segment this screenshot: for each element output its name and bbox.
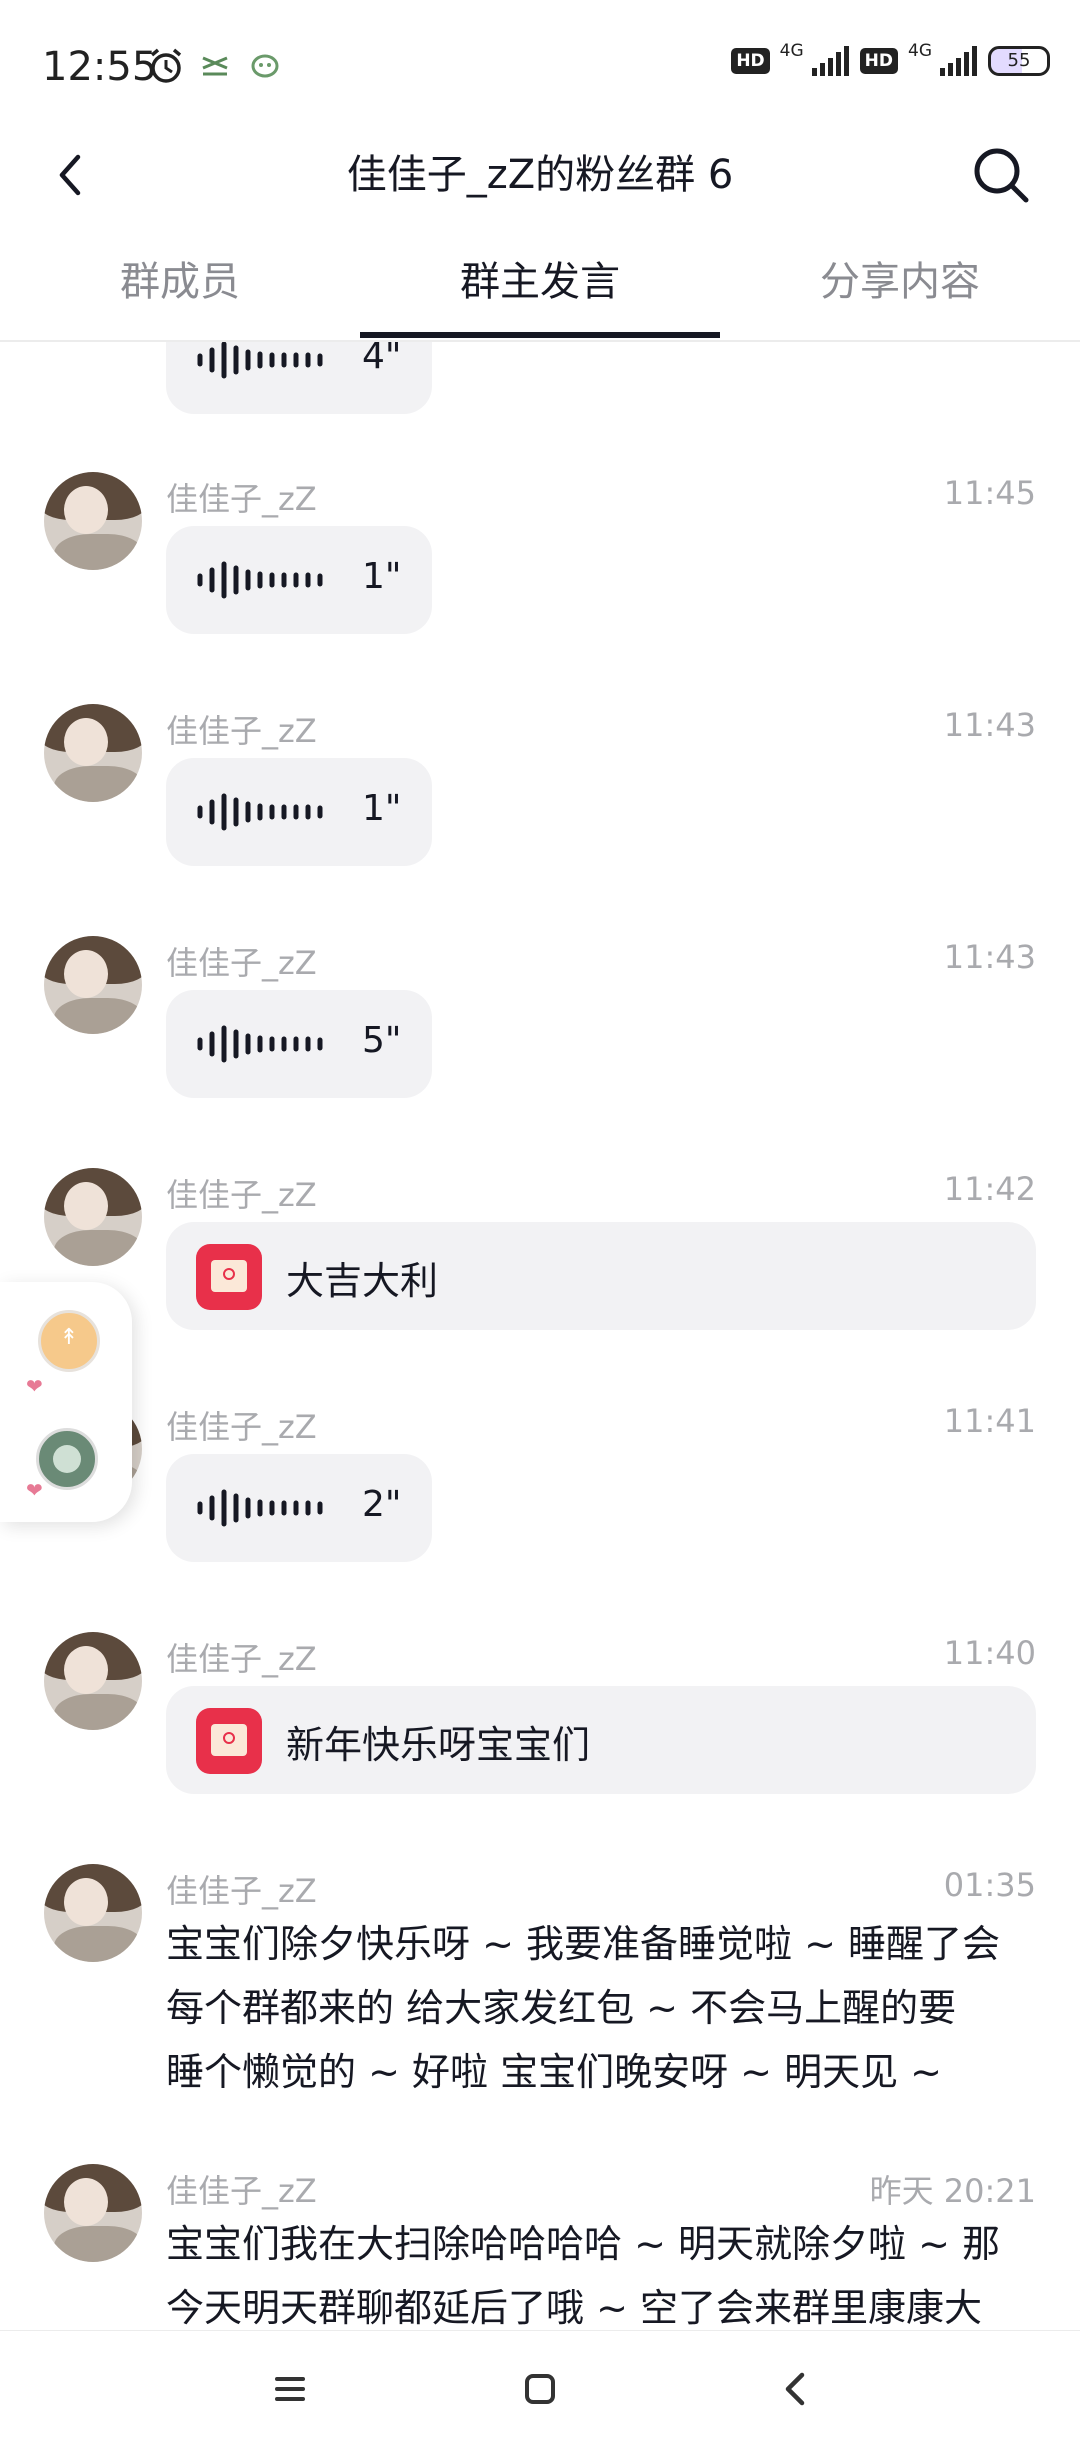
voice-bubble[interactable]: 5" — [166, 990, 432, 1098]
text-line: 宝宝们我在大扫除哈哈哈哈 ~ 明天就除夕啦 ~ 那 — [166, 2222, 1000, 2266]
voice-bubble[interactable]: 2" — [166, 1454, 432, 1562]
voice-duration: 1" — [362, 556, 402, 597]
status-time: 12:55 — [42, 44, 158, 90]
message-feed[interactable]: 4" 佳佳子_zZ 11:45 1" 佳佳子_zZ 11:43 1" 佳佳子_z… — [0, 342, 1080, 2332]
sender-name: 佳佳子_zZ — [166, 1872, 317, 1910]
text-line: 今天明天群聊都延后了哦 ~ 空了会来群里康康大 — [166, 2286, 983, 2330]
voice-bubble[interactable]: 1" — [166, 526, 432, 634]
message-time: 11:43 — [943, 706, 1036, 744]
status-bar: 12:55 HD 4G HD 4G 55 — [0, 0, 1080, 130]
tab-members[interactable]: 群成员 — [0, 232, 360, 332]
system-nav-bar — [0, 2330, 1080, 2461]
page-title: 佳佳子_zZ的粉丝群 6 — [346, 152, 734, 198]
top-nav: 佳佳子_zZ的粉丝群 6 — [0, 130, 1080, 220]
hd-badge-1: HD — [731, 48, 770, 74]
message-time: 01:35 — [943, 1866, 1036, 1904]
red-packet-bubble[interactable]: 新年快乐呀宝宝们 — [166, 1686, 1036, 1794]
sender-name: 佳佳子_zZ — [166, 712, 317, 750]
message-time: 11:43 — [943, 938, 1036, 976]
alarm-icon — [150, 48, 182, 83]
red-packet-icon — [196, 1244, 262, 1310]
message-time: 昨天 20:21 — [869, 2172, 1036, 2210]
red-packet-bubble[interactable]: 大吉大利 — [166, 1222, 1036, 1330]
red-packet-icon — [196, 1708, 262, 1774]
message-time: 11:45 — [943, 474, 1036, 512]
floating-live-widget[interactable]: ↟ ❤ ❤ — [0, 1282, 132, 1522]
viewer-avatar[interactable] — [36, 1428, 98, 1490]
avatar[interactable] — [44, 1168, 142, 1266]
battery-icon: 55 — [988, 46, 1050, 76]
search-icon[interactable] — [966, 140, 1036, 210]
tab-shared-content[interactable]: 分享内容 — [720, 232, 1080, 332]
hd-badge-2: HD — [859, 48, 898, 74]
active-tab-indicator — [360, 332, 720, 338]
heart-icon: ❤ — [26, 1478, 43, 1502]
text-message[interactable]: 宝宝们除夕快乐呀 ~ 我要准备睡觉啦 ~ 睡醒了会 每个群都来的 给大家发红包 … — [166, 1912, 1046, 2104]
heart-icon: ❤ — [26, 1374, 43, 1398]
network-type-2: 4G — [908, 41, 932, 61]
voice-duration: 5" — [362, 1020, 402, 1061]
red-packet-text: 新年快乐呀宝宝们 — [286, 1723, 591, 1767]
system-back-icon[interactable] — [780, 2371, 810, 2407]
avatar[interactable] — [44, 1632, 142, 1730]
message-time: 11:40 — [943, 1634, 1036, 1672]
avatar[interactable] — [44, 704, 142, 802]
voice-bubble[interactable]: 1" — [166, 758, 432, 866]
red-packet-text: 大吉大利 — [286, 1259, 439, 1303]
text-line: 每个群都来的 给大家发红包 ~ 不会马上醒的要 — [166, 1986, 957, 2030]
menu-icon[interactable] — [274, 2373, 306, 2405]
sender-name: 佳佳子_zZ — [166, 1640, 317, 1678]
avatar[interactable] — [44, 1864, 142, 1962]
voice-wave-icon — [197, 561, 323, 599]
sender-name: 佳佳子_zZ — [166, 480, 317, 518]
battery-level: 55 — [1007, 50, 1031, 71]
signal-icon-2 — [940, 46, 977, 76]
status-right-cluster: HD 4G HD 4G 55 — [731, 41, 1050, 76]
home-icon[interactable] — [524, 2373, 556, 2405]
signal-icon-1 — [811, 46, 849, 76]
avatar[interactable] — [44, 936, 142, 1034]
message-time: 11:42 — [943, 1170, 1036, 1208]
wechat-icon — [251, 54, 279, 78]
text-message[interactable]: 宝宝们我在大扫除哈哈哈哈 ~ 明天就除夕啦 ~ 那 今天明天群聊都延后了哦 ~ … — [166, 2212, 1046, 2332]
capcut-icon — [202, 56, 228, 76]
tab-bar: 群成员 群主发言 分享内容 — [0, 232, 1080, 342]
sender-name: 佳佳子_zZ — [166, 944, 317, 982]
avatar[interactable] — [44, 472, 142, 570]
voice-duration: 1" — [362, 788, 402, 829]
voice-wave-icon — [197, 1025, 323, 1063]
text-line: 宝宝们除夕快乐呀 ~ 我要准备睡觉啦 ~ 睡醒了会 — [166, 1922, 1000, 1966]
voice-wave-icon — [197, 342, 323, 379]
sender-name: 佳佳子_zZ — [166, 1176, 317, 1214]
text-line: 睡个懒觉的 ~ 好啦 宝宝们晚安呀 ~ 明天见 ~ — [166, 2050, 942, 2094]
voice-duration: 2" — [362, 1484, 402, 1525]
voice-wave-icon — [197, 1489, 323, 1527]
message-time: 11:41 — [943, 1402, 1036, 1440]
voice-bubble[interactable]: 4" — [166, 342, 432, 414]
network-type-1: 4G — [779, 41, 804, 61]
coin-symbol: ↟ — [59, 1325, 79, 1350]
avatar[interactable] — [44, 2164, 142, 2262]
voice-duration: 4" — [362, 342, 402, 377]
sender-name: 佳佳子_zZ — [166, 1408, 317, 1446]
sender-name: 佳佳子_zZ — [166, 2172, 317, 2210]
tab-owner-posts[interactable]: 群主发言 — [360, 232, 720, 332]
voice-wave-icon — [197, 793, 323, 831]
coin-icon[interactable]: ↟ — [38, 1310, 100, 1372]
